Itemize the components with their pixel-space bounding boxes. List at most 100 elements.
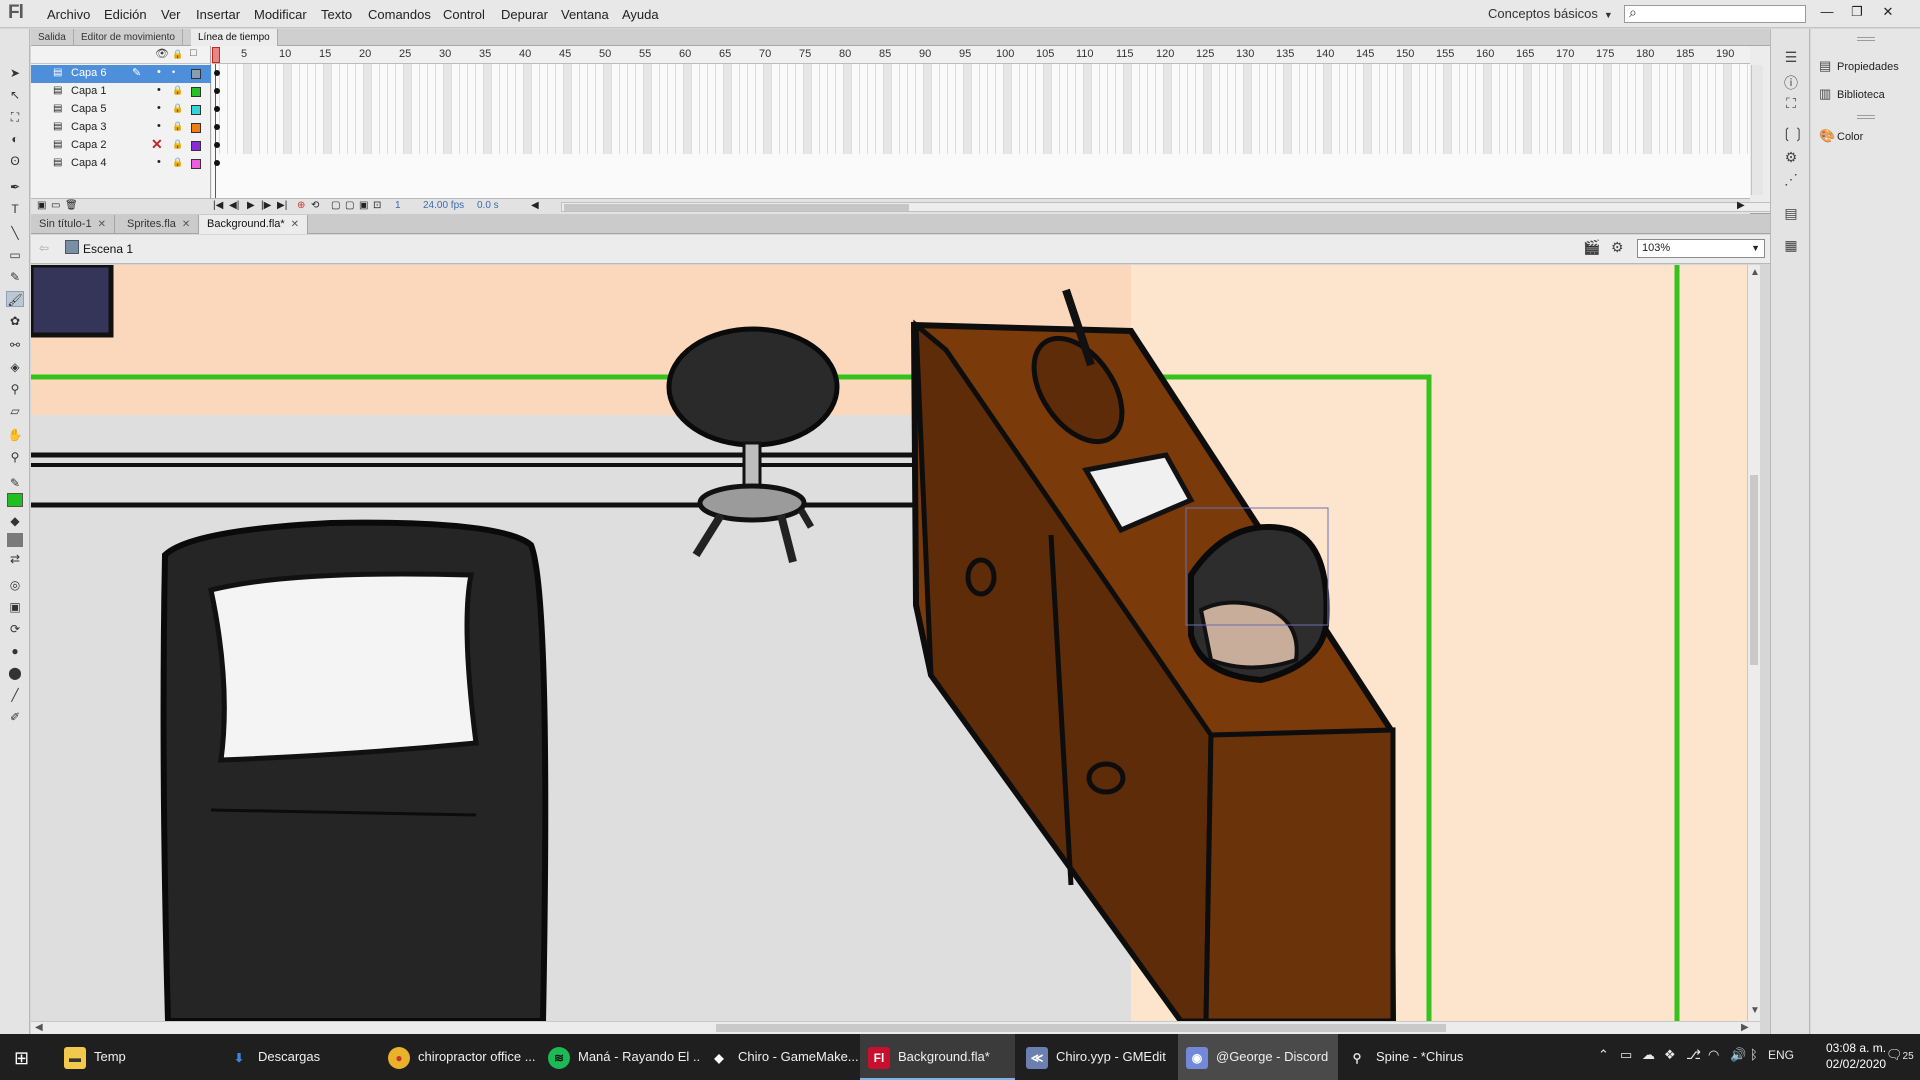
layer-capa-3[interactable]: ▤ Capa 3 • 🔒 xyxy=(31,119,211,137)
brush-size-icon[interactable]: ● xyxy=(6,643,24,659)
subselection-tool-icon[interactable]: ↖ xyxy=(6,87,24,103)
lock-all-icon[interactable]: 🔒 xyxy=(172,49,183,60)
pen-tool-icon[interactable]: ✒ xyxy=(6,179,24,195)
transform-icon[interactable]: ⛶ xyxy=(1781,95,1801,113)
lasso-tool-icon[interactable]: ʘ xyxy=(6,153,24,169)
line-tool-icon[interactable]: ╲ xyxy=(6,225,24,241)
menu-control[interactable]: Control xyxy=(443,7,485,22)
panel-grip[interactable] xyxy=(1857,37,1875,41)
lock-icon[interactable]: 🔒 xyxy=(172,157,183,168)
notifications-icon[interactable]: 🗨25 xyxy=(1886,1047,1914,1063)
bluetooth-icon[interactable]: ᛒ xyxy=(1750,1047,1758,1062)
new-folder-icon[interactable]: ▭ xyxy=(51,200,60,211)
onion-skin-icon[interactable]: ▢ xyxy=(331,200,340,211)
taskbar-descargas[interactable]: ⬇ Descargas xyxy=(220,1034,380,1080)
layer-capa-6[interactable]: ▤ Capa 6 ✎ • • xyxy=(31,65,211,83)
edit-scene-icon[interactable]: 🎬 xyxy=(1583,239,1600,256)
lock-icon[interactable]: 🔒 xyxy=(172,139,183,150)
clock[interactable]: 03:08 a. m. 02/02/2020 xyxy=(1826,1040,1886,1072)
delete-layer-icon[interactable]: 🗑 xyxy=(65,200,78,211)
zoom-select[interactable]: 103% ▼ xyxy=(1637,239,1765,258)
dropbox-icon[interactable]: ❖ xyxy=(1664,1047,1676,1063)
keyframe[interactable] xyxy=(214,142,220,148)
panel-propiedades[interactable]: ▤ Propiedades xyxy=(1819,58,1899,74)
stage-horizontal-scrollbar[interactable]: ◀ ▶ xyxy=(31,1021,1760,1034)
frame-rate[interactable]: 24.00 fps xyxy=(423,200,464,211)
timeline-vertical-scrollbar[interactable] xyxy=(1751,65,1763,195)
object-drawing-icon[interactable]: ◎ xyxy=(6,577,24,593)
selection-tool-icon[interactable]: ➤ xyxy=(6,65,24,81)
swap-colors-icon[interactable]: ⇄ xyxy=(6,551,24,567)
lock-dot[interactable]: • xyxy=(172,67,175,77)
eye-icon[interactable]: 👁 xyxy=(155,47,169,60)
panel-grip[interactable] xyxy=(1857,115,1875,119)
outline-color-swatch[interactable] xyxy=(191,69,201,79)
layer-capa-5[interactable]: ▤ Capa 5 • 🔒 xyxy=(31,101,211,119)
close-button[interactable]: ✕ xyxy=(1874,2,1902,22)
eraser-tool-icon[interactable]: ▱ xyxy=(6,403,24,419)
layer-capa-1[interactable]: ▤ Capa 1 • 🔒 xyxy=(31,83,211,101)
project-icon[interactable]: ▤ xyxy=(1781,205,1801,223)
lock-icon[interactable]: 🔒 xyxy=(172,121,183,132)
paint-bucket-tool-icon[interactable]: ◈ xyxy=(6,359,24,375)
visibility-dot[interactable]: • xyxy=(157,84,161,96)
tab-linea-tiempo[interactable]: Línea de tiempo xyxy=(191,29,278,46)
layer-capa-4[interactable]: ▤ Capa 4 • 🔒 xyxy=(31,155,211,173)
free-transform-tool-icon[interactable]: ⛶ xyxy=(6,109,24,125)
menu-archivo[interactable]: Archivo xyxy=(47,7,90,22)
taskbar-spotify[interactable]: ≋ Maná - Rayando El ... xyxy=(540,1034,700,1080)
taskbar-discord[interactable]: ◉ @George - Discord xyxy=(1178,1034,1338,1080)
3d-rotation-tool-icon[interactable]: ◐ xyxy=(6,131,24,147)
deco-tool-icon[interactable]: ✿ xyxy=(6,313,24,329)
eyedropper-tool-icon[interactable]: ⚲ xyxy=(6,381,24,397)
scrollbar-thumb[interactable] xyxy=(564,204,909,211)
stage-artwork[interactable] xyxy=(31,265,1747,1021)
align-icon[interactable]: ☰ xyxy=(1781,49,1801,67)
menu-edicion[interactable]: Edición xyxy=(104,7,147,22)
playhead[interactable] xyxy=(212,47,220,63)
visibility-dot[interactable]: • xyxy=(157,66,161,78)
outline-color-swatch[interactable] xyxy=(191,87,201,97)
menu-ayuda[interactable]: Ayuda xyxy=(622,7,659,22)
zoom-tool-icon[interactable]: ⚲ xyxy=(6,449,24,465)
close-icon[interactable]: ✕ xyxy=(291,219,299,230)
info-icon[interactable]: ⓘ xyxy=(1781,73,1801,91)
brush-mode-icon[interactable]: ⟳ xyxy=(6,621,24,637)
tilt-icon[interactable]: ✐ xyxy=(6,709,24,725)
volume-icon[interactable]: 🔊 xyxy=(1730,1047,1746,1063)
hand-tool-icon[interactable]: ✋ xyxy=(6,427,24,443)
edit-multiple-icon[interactable]: ▣ xyxy=(359,200,368,211)
motion-presets-icon[interactable]: ⋰ xyxy=(1781,171,1801,189)
menu-insertar[interactable]: Insertar xyxy=(196,7,240,22)
frame-area[interactable]: 1 5 10 15 20 25 30 35 40 45 50 55 60 65 … xyxy=(212,46,1750,198)
visibility-dot[interactable]: • xyxy=(157,102,161,114)
stage-vertical-scrollbar[interactable]: ▲ ▼ xyxy=(1747,265,1760,1021)
lock-fill-icon[interactable]: ▣ xyxy=(6,599,24,615)
outline-color-swatch[interactable] xyxy=(191,123,201,133)
visibility-dot[interactable]: • xyxy=(157,156,161,168)
windows-start-icon[interactable]: ⊞ xyxy=(14,1048,29,1069)
fill-bucket-icon[interactable]: ◆ xyxy=(6,513,24,529)
scroll-left-icon[interactable]: ◀ xyxy=(531,200,539,211)
bone-tool-icon[interactable]: ⚯ xyxy=(6,337,24,353)
close-icon[interactable]: ✕ xyxy=(98,219,106,230)
loop-icon[interactable]: ⟲ xyxy=(311,200,319,211)
menu-texto[interactable]: Texto xyxy=(321,7,352,22)
lock-icon[interactable]: 🔒 xyxy=(172,103,183,114)
taskbar-flash[interactable]: Fl Background.fla* xyxy=(860,1034,1015,1080)
language-indicator[interactable]: ENG xyxy=(1768,1048,1794,1062)
layer-capa-2[interactable]: ▤ Capa 2 ✕ 🔒 xyxy=(31,136,211,155)
taskbar-spine[interactable]: ⚲ Spine - *Chirus xyxy=(1338,1034,1498,1080)
scroll-right-icon[interactable]: ▶ xyxy=(1741,1022,1749,1033)
center-frame-icon[interactable]: ⊕ xyxy=(297,200,305,211)
panel-biblioteca[interactable]: ▥ Biblioteca xyxy=(1819,86,1885,102)
tab-background[interactable]: Background.fla* ✕ xyxy=(199,215,309,234)
menu-ventana[interactable]: Ventana xyxy=(561,7,609,22)
scroll-up-icon[interactable]: ▲ xyxy=(1750,267,1760,278)
usb-icon[interactable]: ⎇ xyxy=(1686,1047,1701,1063)
stage-canvas[interactable] xyxy=(31,265,1757,1021)
keyframe[interactable] xyxy=(214,88,220,94)
scroll-left-icon[interactable]: ◀ xyxy=(35,1022,43,1033)
wifi-icon[interactable]: ◠ xyxy=(1708,1047,1719,1063)
hidden-x-icon[interactable]: ✕ xyxy=(151,136,163,153)
